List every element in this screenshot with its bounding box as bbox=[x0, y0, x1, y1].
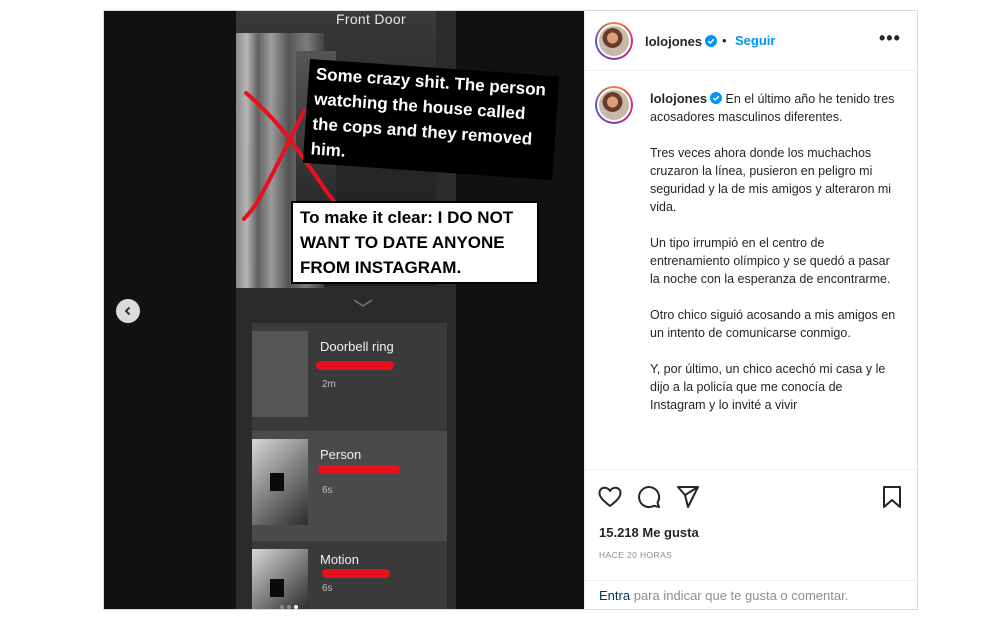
event-time: 6s bbox=[322, 583, 333, 594]
caption-paragraph: lolojones En el último año he tenido tre… bbox=[650, 90, 900, 126]
red-redaction-scribble bbox=[318, 465, 400, 474]
carousel-indicator bbox=[280, 596, 320, 609]
event-thumbnail bbox=[252, 331, 308, 417]
username-link[interactable]: lolojones bbox=[645, 34, 702, 49]
caption-paragraph: Otro chico siguió acosando a mis amigos … bbox=[650, 308, 896, 340]
event-time: 6s bbox=[322, 485, 333, 496]
bookmark-icon[interactable] bbox=[879, 484, 905, 510]
avatar[interactable] bbox=[595, 22, 633, 60]
post-caption: lolojones En el último año he tenido tre… bbox=[650, 90, 900, 432]
verified-badge-icon bbox=[710, 92, 723, 104]
caption-paragraph: Un tipo irrumpió en el centro de entrena… bbox=[650, 236, 891, 286]
post-sidebar: lolojones • Seguir ••• lolojones En el ú… bbox=[584, 11, 919, 609]
previous-media-button[interactable] bbox=[116, 299, 140, 323]
avatar[interactable] bbox=[595, 86, 633, 124]
event-doorbell: Doorbell ring 2m bbox=[252, 323, 447, 433]
comment-box: Entra para indicar que te gusta o coment… bbox=[585, 580, 919, 610]
comment-icon[interactable] bbox=[636, 484, 662, 510]
post-timestamp[interactable]: HACE 20 HORAS bbox=[599, 550, 672, 560]
post-actions: 15.218 Me gusta HACE 20 HORAS Entra para… bbox=[585, 469, 919, 609]
caption-paragraph: Tres veces ahora donde los muchachos cru… bbox=[650, 146, 892, 214]
comment-placeholder: para indicar que te gusta o comentar. bbox=[633, 588, 849, 603]
login-link[interactable]: Entra bbox=[599, 588, 630, 603]
likes-count[interactable]: 15.218 Me gusta bbox=[599, 525, 699, 540]
front-door-label: Front Door bbox=[336, 11, 406, 27]
chevron-down-icon bbox=[353, 299, 373, 307]
verified-badge-icon bbox=[705, 35, 718, 47]
event-thumbnail bbox=[252, 439, 308, 525]
event-time: 2m bbox=[322, 379, 336, 390]
red-redaction-scribble bbox=[322, 569, 390, 578]
event-title: Motion bbox=[320, 552, 360, 567]
separator-dot: • bbox=[722, 33, 727, 48]
comment-prompt[interactable]: Entra para indicar que te gusta o coment… bbox=[599, 588, 899, 603]
heart-icon[interactable] bbox=[597, 484, 623, 510]
post-media[interactable]: Front Door Some crazy shit. The person w… bbox=[104, 11, 584, 609]
username-link[interactable]: lolojones bbox=[650, 91, 707, 106]
caption-paragraph: Y, por último, un chico acechó mi casa y… bbox=[650, 362, 886, 412]
instagram-post: Front Door Some crazy shit. The person w… bbox=[103, 10, 919, 610]
more-options-button[interactable]: ••• bbox=[879, 28, 901, 49]
follow-button[interactable]: Seguir bbox=[735, 33, 775, 48]
comments-area[interactable]: lolojones En el último año he tenido tre… bbox=[585, 72, 919, 469]
share-icon[interactable] bbox=[675, 484, 701, 510]
red-redaction-scribble bbox=[316, 361, 394, 370]
event-title: Person bbox=[320, 447, 362, 462]
post-header: lolojones • Seguir ••• bbox=[585, 11, 919, 71]
story-caption-2: To make it clear: I DO NOT WANT TO DATE … bbox=[291, 201, 539, 284]
event-title: Doorbell ring bbox=[320, 339, 394, 354]
chevron-left-icon bbox=[124, 306, 131, 316]
story-caption-1: Some crazy shit. The person watching the… bbox=[302, 59, 560, 181]
header-user[interactable]: lolojones bbox=[645, 33, 718, 51]
event-person: Person 6s bbox=[252, 431, 447, 541]
